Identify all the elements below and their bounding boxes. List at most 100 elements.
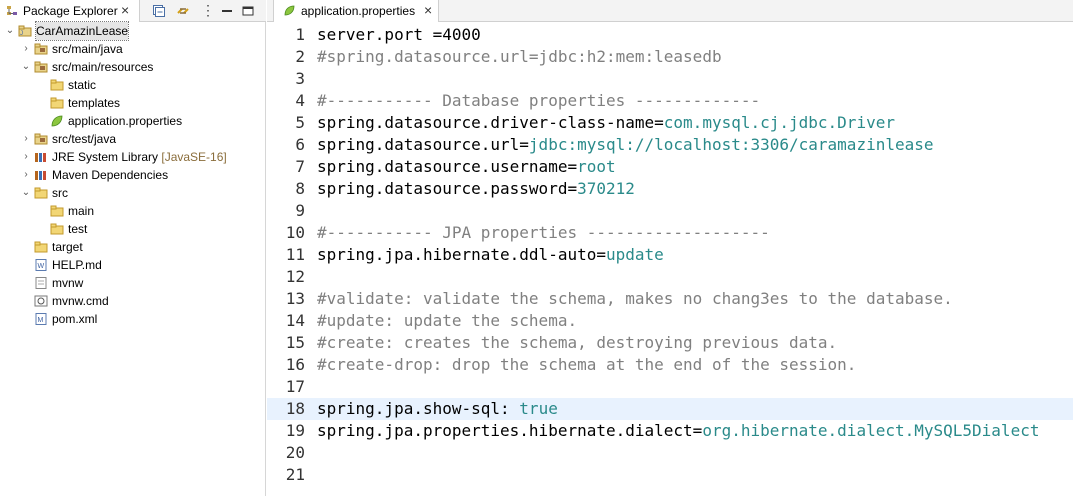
code-line[interactable]: 13 #validate: validate the schema, makes … bbox=[267, 288, 1073, 310]
line-number: 20 bbox=[285, 443, 305, 462]
line-text: spring.jpa.hibernate.ddl-auto=update bbox=[317, 244, 664, 266]
line-number: 16 bbox=[285, 355, 305, 374]
code-line[interactable]: 3 bbox=[267, 68, 1073, 90]
tree-item[interactable]: test bbox=[0, 220, 266, 238]
tree-item[interactable]: › src/test/java bbox=[0, 130, 266, 148]
tree-item-label: src bbox=[52, 186, 68, 200]
tree-item[interactable]: › src/main/java bbox=[0, 40, 266, 58]
collapse-all-icon[interactable] bbox=[152, 4, 166, 18]
maximize-icon[interactable] bbox=[241, 4, 255, 18]
tree-item-label: target bbox=[52, 240, 83, 254]
tree-item[interactable]: ⌄ src/main/resources bbox=[0, 58, 266, 76]
tree-item[interactable]: › JRE System Library [JavaSE-16] bbox=[0, 148, 266, 166]
code-line[interactable]: 21 bbox=[267, 464, 1073, 486]
code-line[interactable]: 11 spring.jpa.hibernate.ddl-auto=update bbox=[267, 244, 1073, 266]
line-text: #create: creates the schema, destroying … bbox=[317, 332, 837, 354]
editor-area: application.properties × 1 server.port =4… bbox=[267, 0, 1073, 496]
code-line[interactable]: 15 #create: creates the schema, destroyin… bbox=[267, 332, 1073, 354]
tree-item[interactable]: mvnw bbox=[0, 274, 266, 292]
code-line[interactable]: 12 bbox=[267, 266, 1073, 288]
cmd-file-icon bbox=[34, 295, 48, 307]
key-token: spring.jpa.properties.hibernate.dialect= bbox=[317, 421, 703, 440]
tree-item-label: static bbox=[68, 78, 97, 92]
code-line[interactable]: 2 #spring.datasource.url=jdbc:h2:mem:leas… bbox=[267, 46, 1073, 68]
line-text: #create-drop: drop the schema at the end… bbox=[317, 354, 856, 376]
line-number: 12 bbox=[285, 267, 305, 286]
chevron-down-icon[interactable]: ⌄ bbox=[21, 58, 31, 76]
line-number: 8 bbox=[295, 179, 305, 198]
code-line[interactable]: 5 spring.datasource.driver-class-name=com… bbox=[267, 112, 1073, 134]
code-line[interactable]: 19 spring.jpa.properties.hibernate.dialec… bbox=[267, 420, 1073, 442]
value-token: jdbc:mysql://localhost:3306/caramazinlea… bbox=[528, 135, 934, 154]
tab-package-explorer[interactable]: Package Explorer × bbox=[0, 0, 140, 22]
tree-item[interactable]: static bbox=[0, 76, 266, 94]
chevron-right-icon[interactable]: › bbox=[21, 130, 31, 148]
tree-item[interactable]: target bbox=[0, 238, 266, 256]
tree-item[interactable]: main bbox=[0, 202, 266, 220]
line-text: #----------- JPA properties ------------… bbox=[317, 222, 770, 244]
tree-item-label: src/test/java bbox=[52, 132, 117, 146]
project-icon: J bbox=[18, 25, 32, 37]
line-text: #spring.datasource.url=jdbc:h2:mem:lease… bbox=[317, 46, 722, 68]
folder-icon bbox=[50, 97, 64, 109]
close-icon[interactable]: × bbox=[121, 2, 129, 18]
value-token: true bbox=[519, 399, 558, 418]
properties-file-icon bbox=[284, 5, 295, 16]
tree-item[interactable]: application.properties bbox=[0, 112, 266, 130]
code-line[interactable]: 14 #update: update the schema. bbox=[267, 310, 1073, 332]
code-line[interactable]: 6 spring.datasource.url=jdbc:mysql://loca… bbox=[267, 134, 1073, 156]
chevron-right-icon[interactable]: › bbox=[21, 40, 31, 58]
folder-icon bbox=[50, 223, 64, 235]
chevron-right-icon[interactable]: › bbox=[21, 166, 31, 184]
tree-item-label: HELP.md bbox=[52, 258, 102, 272]
tree-item[interactable]: Mpom.xml bbox=[0, 310, 266, 328]
value-token: org.hibernate.dialect.MySQL5Dialect bbox=[702, 421, 1040, 440]
code-line[interactable]: 1 server.port =4000 bbox=[267, 24, 1073, 46]
xml-file-icon: M bbox=[35, 313, 47, 325]
svg-text:W: W bbox=[38, 263, 45, 270]
line-text: spring.jpa.properties.hibernate.dialect=… bbox=[317, 420, 1039, 442]
link-with-editor-icon[interactable] bbox=[176, 4, 190, 18]
line-number: 11 bbox=[285, 245, 305, 264]
svg-text:J: J bbox=[20, 31, 23, 37]
tree-item[interactable]: ⌄ src bbox=[0, 184, 266, 202]
code-line[interactable]: 7 spring.datasource.username=root bbox=[267, 156, 1073, 178]
code-line[interactable]: 17 bbox=[267, 376, 1073, 398]
code-line[interactable]: 9 bbox=[267, 200, 1073, 222]
value-token: com.mysql.cj.jdbc.Driver bbox=[663, 113, 895, 132]
value-token: 370212 bbox=[577, 179, 635, 198]
library-icon bbox=[35, 171, 46, 180]
chevron-down-icon[interactable]: ⌄ bbox=[5, 22, 15, 40]
package-explorer-view: Package Explorer × ⋮ ⌄ J CarAmazinLease › sr… bbox=[0, 0, 266, 496]
tree-item-label: test bbox=[68, 222, 88, 236]
tree-item-label: main bbox=[68, 204, 95, 218]
line-number: 3 bbox=[295, 69, 305, 88]
tree-item-label: Maven Dependencies bbox=[52, 168, 169, 182]
comment-token: #create-drop: drop the schema at the end… bbox=[317, 355, 857, 374]
code-line[interactable]: 20 bbox=[267, 442, 1073, 464]
tree-item[interactable]: templates bbox=[0, 94, 266, 112]
editor-tab-title: application.properties bbox=[301, 4, 416, 18]
code-line[interactable]: 16 #create-drop: drop the schema at the e… bbox=[267, 354, 1073, 376]
tree-item[interactable]: mvnw.cmd bbox=[0, 292, 266, 310]
line-number: 6 bbox=[295, 135, 305, 154]
chevron-down-icon[interactable]: ⌄ bbox=[21, 184, 31, 202]
chevron-right-icon[interactable]: › bbox=[21, 148, 31, 166]
close-icon[interactable]: × bbox=[424, 2, 432, 18]
view-menu-icon[interactable]: ⋮ bbox=[201, 2, 215, 19]
tree-item[interactable]: › Maven Dependencies bbox=[0, 166, 266, 184]
code-line[interactable]: 10 #----------- JPA properties ----------… bbox=[267, 222, 1073, 244]
minimize-icon[interactable] bbox=[220, 4, 234, 18]
tree-item-label: templates bbox=[68, 96, 121, 110]
file-icon bbox=[35, 277, 47, 289]
code-line[interactable]: 8 spring.datasource.password=370212 bbox=[267, 178, 1073, 200]
code-line[interactable]: 18 spring.jpa.show-sql: true bbox=[267, 398, 1073, 420]
key-token: server.port =4000 bbox=[317, 25, 481, 44]
line-number: 13 bbox=[285, 289, 305, 308]
line-number: 2 bbox=[295, 47, 305, 66]
tree-item[interactable]: ⌄ J CarAmazinLease bbox=[0, 21, 266, 41]
tab-application-properties[interactable]: application.properties × bbox=[273, 0, 439, 22]
tree-item[interactable]: W HELP.md bbox=[0, 256, 266, 274]
code-line[interactable]: 4 #----------- Database properties ------… bbox=[267, 90, 1073, 112]
comment-token: #spring.datasource.url=jdbc:h2:mem:lease… bbox=[317, 47, 722, 66]
